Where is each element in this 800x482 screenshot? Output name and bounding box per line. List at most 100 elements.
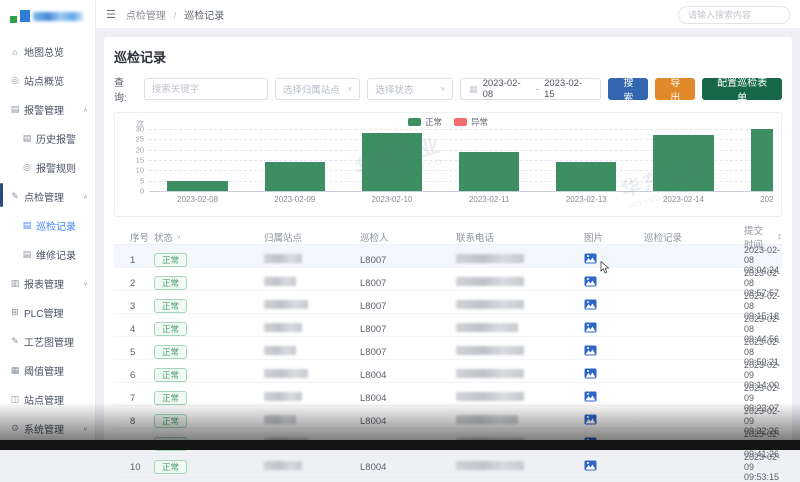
breadcrumb-current: 巡检记录 bbox=[184, 11, 224, 22]
site-select[interactable]: 选择归属站点 ∨ bbox=[275, 78, 361, 100]
sidebar-item-label: 巡检记录 bbox=[36, 218, 76, 233]
sidebar-item-label: 历史报警 bbox=[36, 131, 76, 146]
image-thumbnail-icon[interactable] bbox=[584, 368, 597, 379]
breadcrumb-parent[interactable]: 点检管理 bbox=[126, 11, 166, 22]
inspector-value: L8007 bbox=[360, 255, 456, 266]
image-thumbnail-icon[interactable] bbox=[584, 391, 597, 402]
date-start: 2023-02-08 bbox=[483, 78, 531, 100]
global-search bbox=[678, 5, 790, 24]
inspector-value: L8007 bbox=[360, 278, 456, 289]
image-thumbnail-icon[interactable] bbox=[584, 460, 597, 471]
row-index: 7 bbox=[130, 393, 154, 404]
export-button[interactable]: 导出 bbox=[655, 78, 695, 100]
legend-label-normal: 正常 bbox=[425, 116, 442, 128]
page-title: 巡检记录 bbox=[114, 47, 782, 66]
sidebar-item-history-alarm[interactable]: ▤ 历史报警 bbox=[0, 124, 95, 153]
image-thumbnail-icon[interactable] bbox=[584, 276, 597, 287]
sidebar-item-plc-management[interactable]: ⊞ PLC管理 bbox=[0, 298, 95, 327]
inspector-value: L8004 bbox=[360, 416, 456, 427]
global-search-input[interactable] bbox=[678, 6, 790, 24]
sidebar-item-label: 报警规则 bbox=[36, 160, 76, 175]
chart-bar-2023-02-11 bbox=[459, 152, 519, 191]
sidebar-nav: ⌂ 地图总览 ◎ 站点概览 ▤ 报警管理 ∧ ▤ 历史报警 ◎ 报警规则 ✎ 点… bbox=[0, 37, 95, 443]
alarm-rule-icon: ◎ bbox=[22, 162, 32, 173]
date-end: 2023-02-15 bbox=[544, 78, 592, 100]
table-row[interactable]: 5 正常 L8007 2023-02-08 09:59:21 bbox=[114, 337, 782, 360]
image-thumbnail-icon[interactable] bbox=[584, 345, 597, 356]
chart-plot-column: 2023-02-082023-02-092023-02-102023-02-11… bbox=[149, 129, 773, 204]
chart-bar-2023-02-13 bbox=[556, 162, 616, 191]
row-index: 2 bbox=[130, 278, 154, 289]
sidebar-item-map-overview[interactable]: ⌂ 地图总览 bbox=[0, 37, 95, 66]
table-row[interactable]: 3 正常 L8007 2023-02-08 09:15:18 bbox=[114, 291, 782, 314]
configure-form-button[interactable]: 配置巡检表单 bbox=[702, 78, 782, 100]
sidebar-item-repair-record[interactable]: ▤ 维修记录 bbox=[0, 240, 95, 269]
col-phone: 联系电话 bbox=[456, 230, 584, 244]
table-row[interactable]: 1 正常 L8007 2023-02-08 08:04:24 bbox=[114, 245, 782, 268]
search-button[interactable]: 搜索 bbox=[608, 78, 648, 100]
sidebar-item-system-management[interactable]: ⚙ 系统管理 ∨ bbox=[0, 414, 95, 443]
site-redacted-value bbox=[264, 346, 296, 355]
sidebar-scrollbar-thumb[interactable] bbox=[0, 183, 3, 207]
sidebar-item-process-diagram[interactable]: ✎ 工艺图管理 bbox=[0, 327, 95, 356]
image-thumbnail-icon[interactable] bbox=[584, 253, 597, 264]
report-management-icon: ▥ bbox=[10, 278, 20, 289]
image-thumbnail-icon[interactable] bbox=[584, 322, 597, 333]
legend-item-normal[interactable]: 正常 bbox=[408, 116, 442, 128]
x-tick-label: 2023-02-15 bbox=[732, 192, 773, 204]
sidebar-item-inspection-management[interactable]: ✎ 点检管理 ∧ bbox=[0, 182, 95, 211]
sort-icon[interactable]: ▲▼ bbox=[777, 233, 782, 241]
date-separator: - bbox=[536, 84, 539, 95]
table-row[interactable]: 2 正常 L8007 2023-02-08 08:57:57 bbox=[114, 268, 782, 291]
sidebar-collapse-icon[interactable]: ☰ bbox=[106, 8, 116, 21]
col-inspector: 巡检人 bbox=[360, 230, 456, 244]
site-redacted-value bbox=[264, 369, 308, 378]
status-badge: 正常 bbox=[154, 322, 187, 336]
sidebar-item-label: 报警管理 bbox=[24, 102, 64, 117]
x-tick-label: 2023-02-08 bbox=[149, 192, 246, 204]
inspector-value: L8007 bbox=[360, 347, 456, 358]
app-logo bbox=[0, 0, 95, 31]
col-image: 图片 bbox=[584, 230, 644, 244]
sidebar-item-alarm-rule[interactable]: ◎ 报警规则 bbox=[0, 153, 95, 182]
records-table: 序号 状态 ∨ 归属站点 巡检人 联系电话 图片 巡检记录 提交时间 ▲▼ bbox=[114, 223, 782, 475]
sidebar-item-site-overview[interactable]: ◎ 站点概览 bbox=[0, 66, 95, 95]
sidebar-item-report-management[interactable]: ▥ 报表管理 ∨ bbox=[0, 269, 95, 298]
table-row[interactable]: 4 正常 L8007 2023-02-08 09:44:56 bbox=[114, 314, 782, 337]
phone-redacted-value bbox=[456, 392, 524, 401]
sidebar-item-alarm-management[interactable]: ▤ 报警管理 ∧ bbox=[0, 95, 95, 124]
sidebar-item-site-management[interactable]: ◫ 站点管理 bbox=[0, 385, 95, 414]
date-range-picker[interactable]: ▦ 2023-02-08 - 2023-02-15 bbox=[460, 78, 601, 100]
image-thumbnail-icon[interactable] bbox=[584, 414, 597, 425]
sidebar-item-label: 站点管理 bbox=[24, 392, 64, 407]
site-redacted-value bbox=[264, 415, 296, 424]
table-row[interactable]: 6 正常 L8004 2023-02-09 09:14:00 bbox=[114, 360, 782, 383]
chevron-down-icon: ∨ bbox=[347, 86, 352, 92]
main-area: ☰ 点检管理 / 巡检记录 巡检记录 查询: 选择归属站点 ∨ bbox=[96, 0, 800, 450]
table-row[interactable]: 8 正常 L8004 2023-02-09 09:32:26 bbox=[114, 406, 782, 429]
table-row[interactable]: 10 正常 L8004 2023-02-09 09:53:15 bbox=[114, 452, 782, 475]
chart-bar-2023-02-15 bbox=[751, 129, 774, 191]
chart-bar-2023-02-08 bbox=[167, 181, 227, 191]
y-tick-label: 0 bbox=[140, 187, 144, 196]
chart-bar-slot bbox=[149, 129, 246, 191]
sidebar-item-label: 工艺图管理 bbox=[24, 334, 74, 349]
keyword-input[interactable] bbox=[144, 78, 268, 100]
table-row[interactable]: 7 正常 L8004 2023-02-09 09:23:07 bbox=[114, 383, 782, 406]
status-filter-icon[interactable]: ∨ bbox=[176, 234, 181, 240]
sidebar-item-label: PLC管理 bbox=[24, 305, 63, 320]
chart-bar-2023-02-09 bbox=[265, 162, 325, 191]
legend-item-abnormal[interactable]: 异常 bbox=[454, 116, 488, 128]
inspector-value: L8004 bbox=[360, 393, 456, 404]
image-thumbnail-icon[interactable] bbox=[584, 299, 597, 310]
app-window: ⌂ 地图总览 ◎ 站点概览 ▤ 报警管理 ∧ ▤ 历史报警 ◎ 报警规则 ✎ 点… bbox=[0, 0, 800, 450]
y-tick-label: 15 bbox=[136, 156, 144, 165]
inspector-value: L8004 bbox=[360, 462, 456, 473]
sidebar-item-patrol-record[interactable]: ▤ 巡检记录 bbox=[0, 211, 95, 240]
sidebar-item-threshold-management[interactable]: ▦ 阈值管理 bbox=[0, 356, 95, 385]
status-select[interactable]: 选择状态 ∨ bbox=[367, 78, 453, 100]
phone-redacted-value bbox=[456, 369, 524, 378]
site-redacted-value bbox=[264, 277, 296, 286]
threshold-management-icon: ▦ bbox=[10, 365, 20, 376]
inspection-chart: 正常 异常 次 051015202530 bbox=[114, 112, 782, 217]
